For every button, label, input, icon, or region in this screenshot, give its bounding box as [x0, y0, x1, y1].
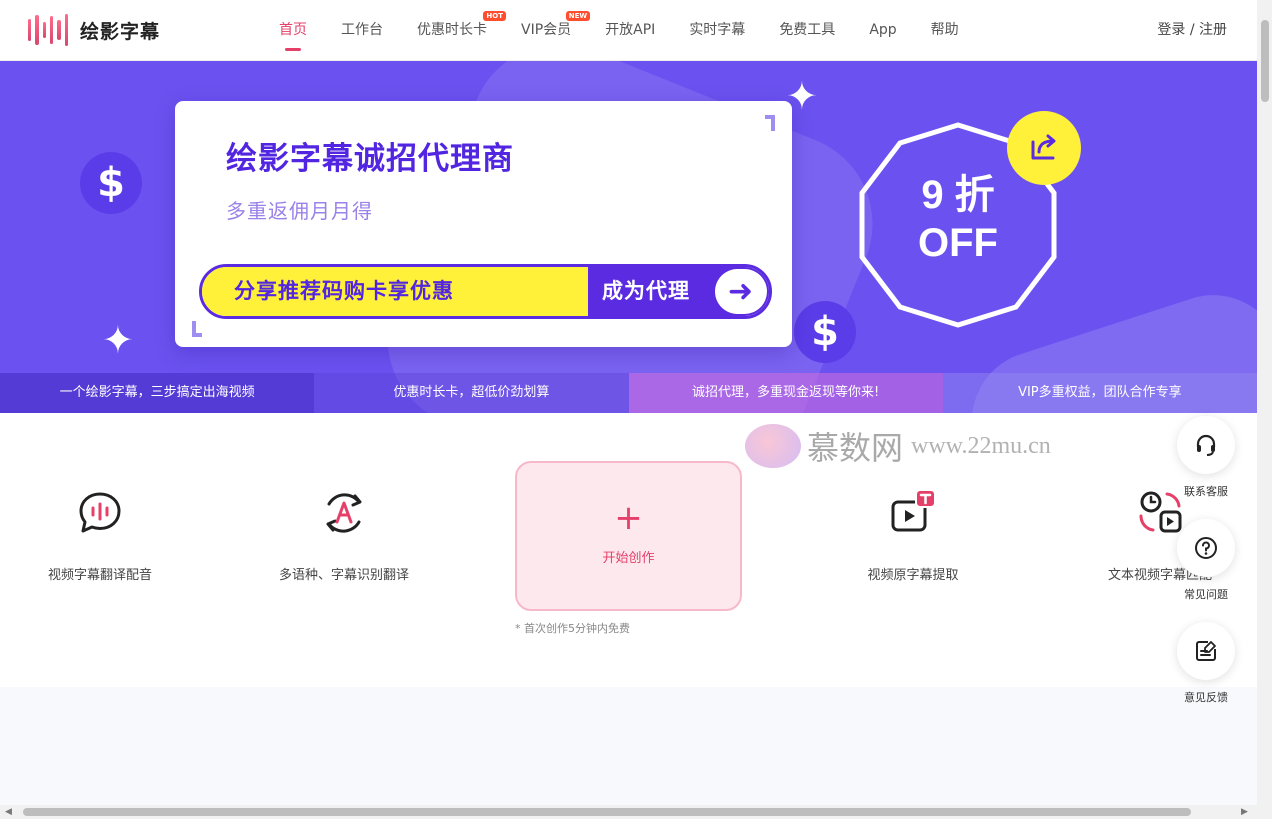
logo-text: 绘影字幕: [80, 20, 161, 43]
nav-discount-card-label: 优惠时长卡: [417, 22, 487, 38]
float-label: 常见问题: [1184, 588, 1228, 601]
promo-banner[interactable]: $ $ ✦ ✦ 绘影字幕诚招代理商 多重返佣月月得 分享推荐码购卡享优惠 成为代…: [0, 61, 1257, 413]
nav-vip[interactable]: VIP会员 NEW: [504, 0, 591, 61]
main-nav: 首页 工作台 优惠时长卡 HOT VIP会员 NEW 开放API 实时字幕 免费…: [262, 0, 976, 61]
float-label: 意见反馈: [1184, 691, 1228, 704]
arrow-right-icon: ➜: [715, 269, 767, 314]
nav-home[interactable]: 首页: [262, 0, 324, 61]
bracket-decoration: [765, 115, 775, 131]
headset-icon: [1177, 416, 1235, 474]
share-icon: [1007, 111, 1081, 185]
hot-badge: HOT: [483, 11, 506, 21]
feedback-button[interactable]: 意见反馈: [1177, 622, 1235, 705]
feature-translate-dub[interactable]: 视频字幕翻译配音: [15, 488, 185, 583]
nav-live-subtitle[interactable]: 实时字幕: [672, 0, 762, 61]
watermark-logo-icon: [745, 424, 801, 468]
feature-multilang[interactable]: 多语种、字幕识别翻译: [259, 488, 429, 583]
horizontal-scrollbar[interactable]: ◀ ▶: [0, 805, 1257, 819]
new-badge: NEW: [565, 11, 591, 21]
vertical-scroll-thumb[interactable]: [1261, 20, 1269, 102]
become-agent-text: 成为代理: [602, 279, 690, 303]
banner-tabs: 一个绘影字幕，三步搞定出海视频 优惠时长卡，超低价劲划算 诚招代理，多重现金返现…: [0, 373, 1257, 413]
banner-tab-active[interactable]: 诚招代理，多重现金返现等你来!: [628, 373, 943, 413]
nav-app[interactable]: App: [852, 0, 913, 61]
start-create-label: 开始创作: [602, 551, 655, 566]
dollar-coin-icon: $: [80, 152, 142, 214]
login-register-link[interactable]: 登录 / 注册: [1157, 0, 1227, 61]
logo[interactable]: 绘影字幕: [28, 13, 160, 47]
content-area: [0, 687, 1257, 805]
banner-tab[interactable]: VIP多重权益，团队合作专享: [942, 373, 1257, 413]
voice-chat-icon: [75, 488, 125, 538]
promo-title: 绘影字幕诚招代理商: [226, 141, 514, 177]
nav-vip-label: VIP会员: [521, 22, 572, 38]
feature-subtitle-extract[interactable]: 视频原字幕提取: [828, 488, 998, 583]
discount-text: 9 折 OFF: [852, 171, 1064, 267]
feature-label: 视频原字幕提取: [867, 568, 959, 583]
sparkle-icon: ✦: [102, 318, 134, 362]
watermark-cn: 慕数网: [807, 429, 904, 467]
free-trial-note: * 首次创作5分钟内免费: [515, 622, 630, 635]
promo-subtitle: 多重返佣月月得: [226, 199, 373, 223]
scrollbar-corner: [1257, 805, 1272, 819]
top-header: 绘影字幕 首页 工作台 优惠时长卡 HOT VIP会员 NEW 开放API 实时…: [0, 0, 1257, 61]
promo-card: 绘影字幕诚招代理商 多重返佣月月得 分享推荐码购卡享优惠 成为代理 ➜: [175, 101, 792, 347]
nav-open-api[interactable]: 开放API: [588, 0, 672, 61]
nav-discount-card[interactable]: 优惠时长卡 HOT: [400, 0, 506, 61]
start-create-button[interactable]: + 开始创作: [515, 461, 742, 611]
scroll-right-arrow-icon[interactable]: ▶: [1241, 807, 1248, 817]
vertical-scrollbar[interactable]: [1257, 0, 1272, 805]
language-rotate-icon: [319, 488, 369, 538]
discount-line2: OFF: [918, 221, 998, 265]
feature-label: 视频字幕翻译配音: [47, 568, 152, 583]
bracket-decoration: [192, 321, 202, 337]
banner-tab[interactable]: 一个绘影字幕，三步搞定出海视频: [0, 373, 315, 413]
scroll-left-arrow-icon[interactable]: ◀: [5, 807, 12, 817]
watermark: 慕数网 www.22mu.cn: [745, 423, 1051, 469]
question-icon: [1177, 519, 1235, 577]
contact-support-button[interactable]: 联系客服: [1177, 416, 1235, 499]
feature-label: 多语种、字幕识别翻译: [278, 568, 409, 583]
nav-workbench[interactable]: 工作台: [324, 0, 400, 61]
nav-help[interactable]: 帮助: [914, 0, 976, 61]
share-code-text: 分享推荐码购卡享优惠: [202, 267, 588, 316]
banner-tab[interactable]: 优惠时长卡，超低价劲划算: [314, 373, 629, 413]
become-agent-label: 成为代理 ➜: [588, 267, 769, 316]
dollar-coin-icon: $: [794, 301, 856, 363]
horizontal-scroll-thumb[interactable]: [23, 808, 1191, 816]
logo-icon: [28, 13, 68, 47]
watermark-url: www.22mu.cn: [911, 432, 1051, 459]
float-label: 联系客服: [1184, 485, 1228, 498]
video-text-icon: [888, 488, 938, 538]
become-agent-button[interactable]: 分享推荐码购卡享优惠 成为代理 ➜: [199, 264, 772, 319]
plus-icon: +: [614, 498, 643, 538]
nav-free-tools[interactable]: 免费工具: [762, 0, 852, 61]
feedback-icon: [1177, 622, 1235, 680]
feature-section: 慕数网 www.22mu.cn 视频字幕翻译配音 多语种、字幕识别翻译 + 开始…: [0, 413, 1257, 687]
faq-button[interactable]: 常见问题: [1177, 519, 1235, 602]
